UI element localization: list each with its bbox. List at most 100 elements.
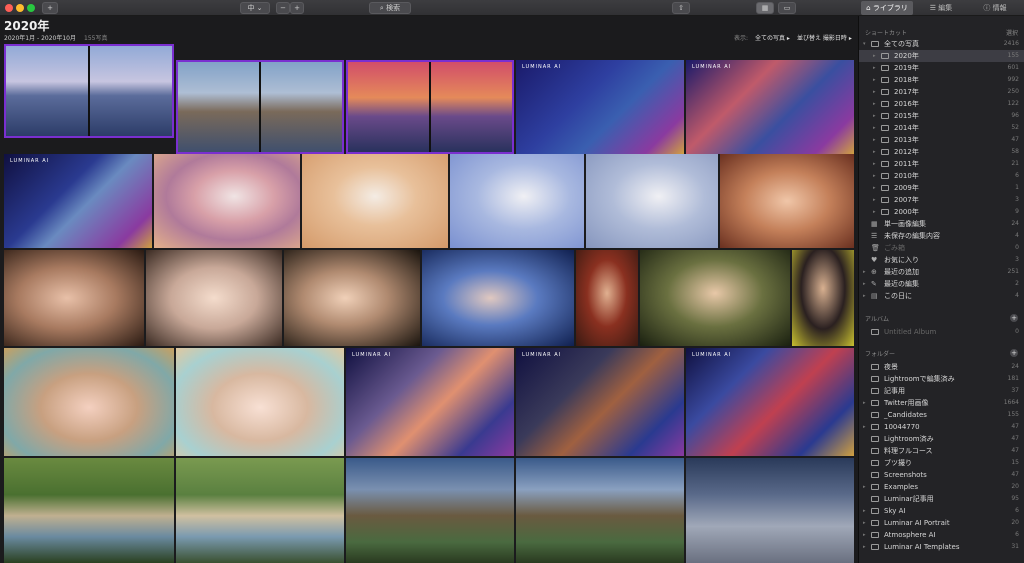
photo-thumbnail[interactable]: [450, 154, 584, 248]
folder-item[interactable]: ▸ 10044770 47: [859, 421, 1024, 433]
photo-thumbnail[interactable]: [516, 458, 684, 563]
shortcut-item[interactable]: ▸ 2019年 601: [859, 62, 1024, 74]
add-photos-button[interactable]: +: [42, 2, 58, 14]
folder-item[interactable]: ▸ Sky AI 6: [859, 505, 1024, 517]
chevron-right-icon[interactable]: ▸: [873, 146, 876, 158]
folder-item[interactable]: ▸ Examples 20: [859, 481, 1024, 493]
tab-library[interactable]: ⌂ ライブラリ: [861, 1, 913, 15]
photo-thumbnail[interactable]: [640, 250, 790, 346]
chevron-right-icon[interactable]: ▸: [873, 134, 876, 146]
folder-item[interactable]: ブツ撮り 15: [859, 457, 1024, 469]
photo-thumbnail[interactable]: [4, 44, 174, 138]
shortcut-item[interactable]: ▸ 2016年 122: [859, 98, 1024, 110]
photo-thumbnail[interactable]: [422, 250, 574, 346]
shortcut-item[interactable]: ☰ 未保存の編集内容 4: [859, 230, 1024, 242]
single-view-button[interactable]: ▭: [778, 2, 796, 14]
luminar-promo-thumbnail[interactable]: LUMINAR AI: [516, 348, 684, 456]
photo-thumbnail[interactable]: [154, 154, 300, 248]
shortcut-item[interactable]: ▸ 2000年 9: [859, 206, 1024, 218]
folder-item[interactable]: 記事用 37: [859, 385, 1024, 397]
shortcut-item[interactable]: ▦ 単一画像編集 24: [859, 218, 1024, 230]
shortcut-item[interactable]: ▾ 全ての写真 2416: [859, 38, 1024, 50]
folder-item[interactable]: ▸ Luminar AI Portrait 20: [859, 517, 1024, 529]
shortcut-item[interactable]: ▸ ✎ 最近の編集 2: [859, 278, 1024, 290]
shortcut-item[interactable]: ▸ 2013年 47: [859, 134, 1024, 146]
zoom-in-button[interactable]: +: [290, 2, 304, 14]
shortcut-item[interactable]: ▸ ⊕ 最近の追加 251: [859, 266, 1024, 278]
shortcut-item[interactable]: ▸ 2010年 6: [859, 170, 1024, 182]
photo-thumbnail[interactable]: [176, 60, 344, 154]
shortcut-item[interactable]: ▸ 2017年 250: [859, 86, 1024, 98]
photo-thumbnail[interactable]: [4, 458, 174, 563]
photo-thumbnail[interactable]: [4, 250, 144, 346]
chevron-right-icon[interactable]: ▸: [873, 158, 876, 170]
chevron-right-icon[interactable]: ▸: [863, 481, 866, 493]
chevron-right-icon[interactable]: ▸: [873, 74, 876, 86]
photo-thumbnail[interactable]: [146, 250, 282, 346]
photo-thumbnail[interactable]: [720, 154, 854, 248]
shortcut-item[interactable]: ▸ 2015年 96: [859, 110, 1024, 122]
zoom-out-button[interactable]: −: [276, 2, 290, 14]
folder-item[interactable]: 料理フルコース 47: [859, 445, 1024, 457]
chevron-down-icon[interactable]: ▾: [863, 38, 866, 50]
shortcut-item[interactable]: ▸ 2020年 155: [859, 50, 1024, 62]
chevron-right-icon[interactable]: ▸: [873, 50, 876, 62]
photo-thumbnail[interactable]: [176, 348, 344, 456]
tab-info[interactable]: ⓘ 情報: [970, 1, 1020, 15]
photo-thumbnail[interactable]: [346, 60, 514, 154]
minimize-window-button[interactable]: [16, 4, 24, 12]
chevron-right-icon[interactable]: ▸: [863, 397, 866, 409]
chevron-right-icon[interactable]: ▸: [873, 170, 876, 182]
chevron-right-icon[interactable]: ▸: [873, 206, 876, 218]
chevron-right-icon[interactable]: ▸: [863, 541, 866, 553]
photo-thumbnail[interactable]: [576, 250, 638, 346]
chevron-right-icon[interactable]: ▸: [863, 290, 866, 302]
photo-thumbnail[interactable]: [346, 458, 514, 563]
photo-thumbnail[interactable]: [302, 154, 448, 248]
folder-item[interactable]: 夜景 24: [859, 361, 1024, 373]
tab-edit[interactable]: ☰ 編集: [916, 1, 966, 15]
luminar-promo-thumbnail[interactable]: LUMINAR AI: [516, 60, 684, 154]
shortcut-item[interactable]: ♥ お気に入り 3: [859, 254, 1024, 266]
chevron-right-icon[interactable]: ▸: [863, 421, 866, 433]
chevron-right-icon[interactable]: ▸: [873, 194, 876, 206]
folder-item[interactable]: ▸ Atmosphere AI 6: [859, 529, 1024, 541]
folder-item[interactable]: ▸ Luminar AI Templates 31: [859, 541, 1024, 553]
photo-thumbnail[interactable]: [586, 154, 718, 248]
select-button[interactable]: 選択: [1006, 28, 1018, 37]
chevron-right-icon[interactable]: ▸: [863, 505, 866, 517]
folder-item[interactable]: ▸ Twitter用画像 1664: [859, 397, 1024, 409]
chevron-right-icon[interactable]: ▸: [863, 266, 866, 278]
chevron-right-icon[interactable]: ▸: [873, 110, 876, 122]
luminar-promo-thumbnail[interactable]: LUMINAR AI: [346, 348, 514, 456]
filter-dropdown[interactable]: 全ての写真 ▸: [755, 33, 790, 42]
photo-thumbnail[interactable]: [686, 458, 854, 563]
chevron-right-icon[interactable]: ▸: [873, 62, 876, 74]
sort-dropdown[interactable]: 並び替え 撮影日時 ▸: [797, 33, 852, 42]
shortcut-item[interactable]: 🗑 ごみ箱 0: [859, 242, 1024, 254]
shortcut-item[interactable]: ▸ 2009年 1: [859, 182, 1024, 194]
shortcut-item[interactable]: ▸ 2011年 21: [859, 158, 1024, 170]
luminar-promo-thumbnail[interactable]: LUMINAR AI: [686, 348, 854, 456]
thumbnail-size-select[interactable]: 中 ⌄: [240, 2, 270, 14]
chevron-right-icon[interactable]: ▸: [873, 182, 876, 194]
chevron-right-icon[interactable]: ▸: [863, 517, 866, 529]
album-item[interactable]: Untitled Album 0: [859, 326, 1024, 338]
shortcut-item[interactable]: ▸ 2014年 52: [859, 122, 1024, 134]
folder-item[interactable]: Luminar記事用 95: [859, 493, 1024, 505]
chevron-right-icon[interactable]: ▸: [873, 122, 876, 134]
add-album-button[interactable]: +: [1010, 314, 1018, 322]
close-window-button[interactable]: [5, 4, 13, 12]
chevron-right-icon[interactable]: ▸: [873, 98, 876, 110]
share-button[interactable]: ⇧: [672, 2, 690, 14]
folder-item[interactable]: Lightroomで編集済み 181: [859, 373, 1024, 385]
luminar-promo-thumbnail[interactable]: LUMINAR AI: [686, 60, 854, 154]
shortcut-item[interactable]: ▸ ▤ この日に 4: [859, 290, 1024, 302]
folder-item[interactable]: Screenshots 47: [859, 469, 1024, 481]
photo-thumbnail[interactable]: [792, 250, 854, 346]
chevron-right-icon[interactable]: ▸: [863, 529, 866, 541]
folder-item[interactable]: Lightroom済み 47: [859, 433, 1024, 445]
grid-view-button[interactable]: ▦: [756, 2, 774, 14]
chevron-right-icon[interactable]: ▸: [863, 278, 866, 290]
shortcut-item[interactable]: ▸ 2007年 3: [859, 194, 1024, 206]
